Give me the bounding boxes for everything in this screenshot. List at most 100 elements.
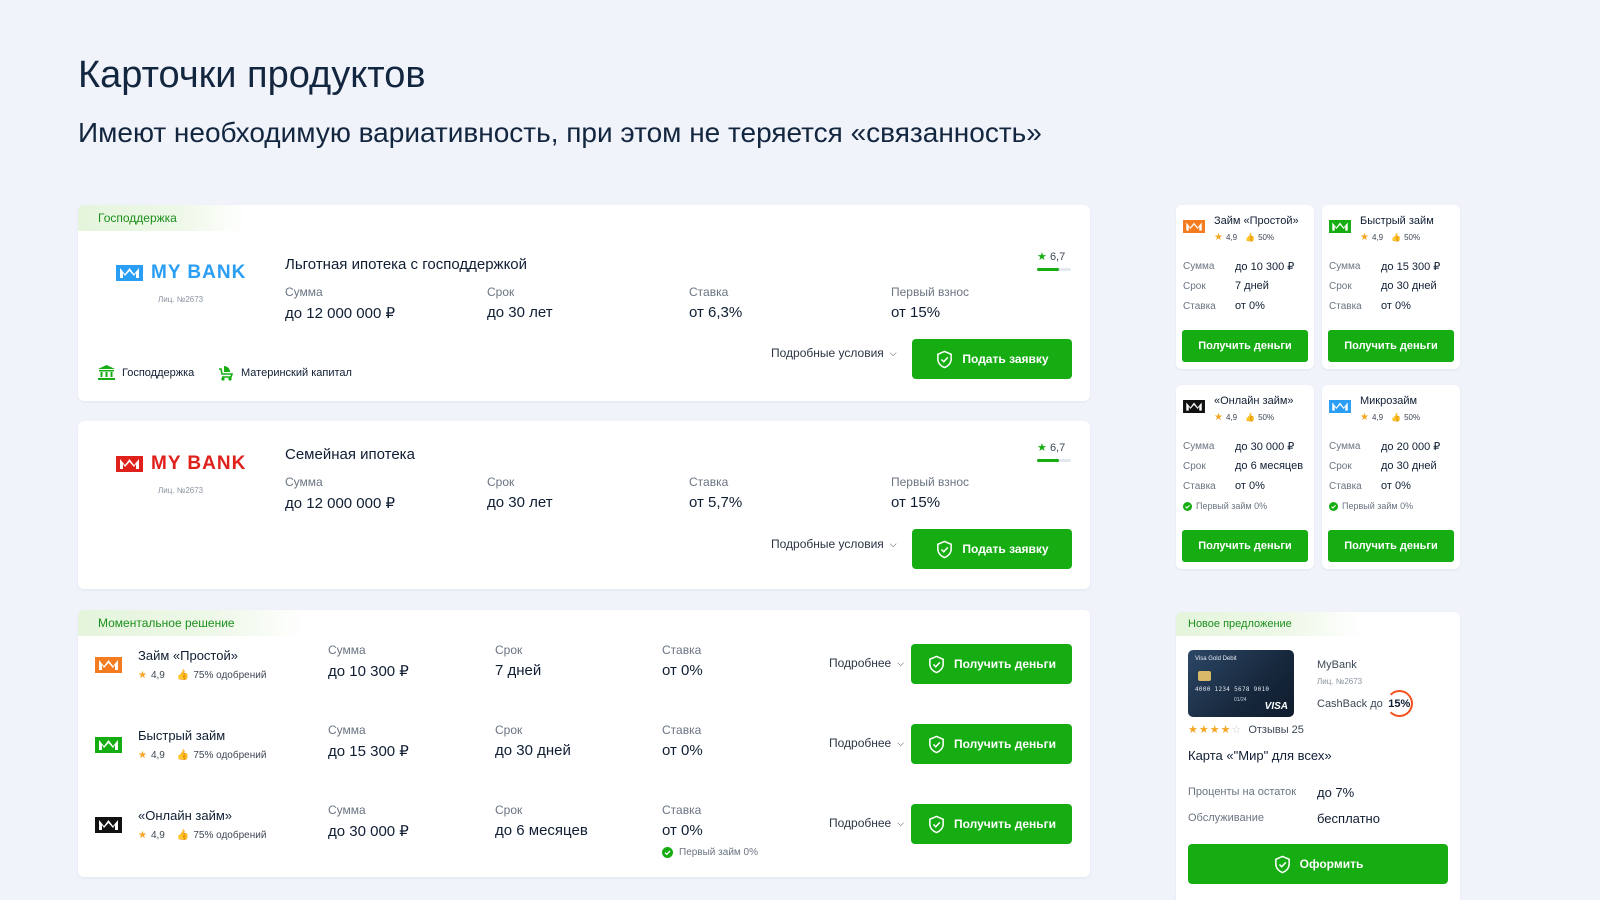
mini-row-label: Срок bbox=[1183, 461, 1206, 472]
interest-value: до 7% bbox=[1317, 785, 1355, 800]
rate-value: от 0% bbox=[662, 822, 703, 839]
get-money-button[interactable]: Получить деньги bbox=[1182, 530, 1308, 562]
thumbs-up-icon: 👍 bbox=[1245, 413, 1256, 422]
cashback-badge: 15% bbox=[1385, 690, 1413, 717]
thumbs-up-icon: 👍 bbox=[1245, 233, 1256, 242]
get-money-button[interactable]: Получить деньги bbox=[1182, 330, 1308, 362]
mini-row-value: от 0% bbox=[1381, 300, 1411, 312]
feature-label: Господдержка bbox=[122, 366, 195, 379]
shield-check-icon bbox=[929, 655, 944, 673]
rate-label: Ставка bbox=[662, 643, 702, 657]
mini-rating: 4,9 bbox=[1225, 233, 1238, 242]
apply-button[interactable]: Подать заявку bbox=[912, 339, 1072, 379]
term-label: Срок bbox=[495, 723, 523, 737]
card-number: 4000 1234 5678 9010 bbox=[1195, 686, 1270, 693]
details-toggle[interactable]: Подробнее ⌵ bbox=[829, 816, 904, 830]
mini-row-label: Ставка bbox=[1329, 301, 1362, 312]
bank-name: MY BANK bbox=[151, 453, 247, 474]
mini-row-value: от 0% bbox=[1381, 480, 1411, 492]
down-payment-value: от 15% bbox=[891, 304, 941, 321]
apply-button[interactable]: Подать заявку bbox=[912, 529, 1072, 569]
rating: ★ 6,7 bbox=[1037, 441, 1071, 462]
apply-button-label: Подать заявку bbox=[962, 352, 1049, 366]
term-label: Срок bbox=[487, 475, 515, 489]
sum-field: Сумма до 10 300 ₽ bbox=[328, 643, 409, 680]
apply-card-button[interactable]: Оформить bbox=[1188, 844, 1448, 884]
thumbs-up-icon: 👍 bbox=[176, 750, 190, 761]
loan-approval: 75% одобрений bbox=[193, 750, 267, 761]
rating-value: 6,7 bbox=[1049, 442, 1066, 454]
mini-rating: 4,9 bbox=[1225, 413, 1238, 422]
star-empty-icon: ☆ bbox=[1231, 724, 1243, 736]
interest-label: Проценты на остаток bbox=[1188, 786, 1297, 798]
rate-field: Ставка от 5,7% bbox=[689, 475, 742, 511]
mini-title: Быстрый займ bbox=[1360, 215, 1434, 227]
rate-label: Ставка bbox=[689, 475, 729, 489]
offer-license: Лиц. №2673 bbox=[1317, 677, 1363, 686]
mini-row-value: до 15 300 ₽ bbox=[1381, 261, 1441, 273]
card-chip bbox=[1198, 671, 1211, 681]
loan-title: Быстрый займ bbox=[138, 728, 226, 743]
visa-logo: VISA bbox=[1264, 701, 1288, 712]
get-money-button[interactable]: Получить деньги bbox=[911, 804, 1072, 844]
details-toggle[interactable]: Подробные условия ⌵ bbox=[771, 346, 897, 360]
term-field: Срок до 30 лет bbox=[487, 475, 553, 511]
apply-card-label: Оформить bbox=[1299, 857, 1364, 871]
mini-title: Займ «Простой» bbox=[1214, 215, 1299, 227]
loan-rating: 4,9 bbox=[150, 750, 165, 761]
term-value: до 6 месяцев bbox=[495, 822, 588, 839]
bank-name: MY BANK bbox=[151, 262, 247, 283]
details-label: Подробные условия bbox=[771, 346, 884, 360]
feature-label: Материнский капитал bbox=[241, 367, 352, 379]
rate-label: Ставка bbox=[662, 723, 702, 737]
loan-approval: 75% одобрений bbox=[193, 670, 267, 681]
mini-rating: 4,9 bbox=[1371, 233, 1384, 242]
mini-row-label: Срок bbox=[1329, 461, 1352, 472]
bank-card-image: Visa Gold Debit 4000 1234 5678 9010 01/2… bbox=[1188, 650, 1294, 717]
chevron-down-icon: ⌵ bbox=[889, 347, 897, 358]
card-brand: Visa Gold Debit bbox=[1195, 656, 1237, 662]
mini-approval: 50% bbox=[1258, 413, 1275, 422]
service-label: Обслуживание bbox=[1188, 812, 1264, 824]
shield-check-icon bbox=[937, 540, 953, 558]
term-field: Срок до 6 месяцев bbox=[495, 803, 588, 839]
rating: ★ 6,7 bbox=[1037, 250, 1071, 271]
get-money-button[interactable]: Получить деньги bbox=[1328, 530, 1454, 562]
term-label: Срок bbox=[487, 285, 515, 299]
get-money-button[interactable]: Получить деньги bbox=[1328, 330, 1454, 362]
stroller-icon bbox=[219, 366, 234, 381]
get-money-button[interactable]: Получить деньги bbox=[911, 724, 1072, 764]
product-title: Льготная ипотека с господдержкой bbox=[285, 256, 528, 273]
mini-rating: 4,9 bbox=[1371, 413, 1384, 422]
note-text: Первый займ 0% bbox=[1196, 501, 1268, 511]
offer-title: Карта «"Мир" для всех» bbox=[1188, 748, 1332, 763]
loan-logo-orange bbox=[1183, 220, 1205, 233]
loan-rating: 4,9 bbox=[150, 830, 165, 841]
star-icon: ★ bbox=[1214, 412, 1223, 423]
loan-logo-green bbox=[1329, 220, 1351, 233]
chevron-down-icon: ⌵ bbox=[897, 657, 905, 668]
details-toggle[interactable]: Подробнее ⌵ bbox=[829, 736, 904, 750]
mini-meta: ★ 4,9 👍 50% bbox=[1360, 412, 1420, 423]
mini-approval: 50% bbox=[1258, 233, 1275, 242]
mini-row-value: от 0% bbox=[1235, 480, 1265, 492]
term-value: до 30 дней bbox=[495, 742, 571, 759]
mini-row-value: до 30 дней bbox=[1381, 460, 1437, 472]
star-icon: ★ bbox=[138, 830, 147, 841]
details-toggle[interactable]: Подробные условия ⌵ bbox=[771, 537, 897, 551]
shield-check-icon bbox=[1274, 855, 1290, 873]
rate-field: Ставка от 0% bbox=[662, 643, 703, 679]
reviews-count[interactable]: Отзывы 25 bbox=[1248, 724, 1304, 736]
loan-approval: 75% одобрений bbox=[193, 830, 267, 841]
get-money-button[interactable]: Получить деньги bbox=[911, 644, 1072, 684]
sum-field: Сумма до 12 000 000 ₽ bbox=[285, 475, 395, 512]
sum-label: Сумма bbox=[328, 723, 366, 737]
mini-meta: ★ 4,9 👍 50% bbox=[1214, 232, 1274, 243]
details-label: Подробнее bbox=[829, 656, 892, 670]
mini-title: «Онлайн займ» bbox=[1214, 395, 1294, 407]
loan-logo-green bbox=[95, 737, 122, 753]
star-icon: ★ bbox=[1360, 232, 1369, 243]
details-toggle[interactable]: Подробнее ⌵ bbox=[829, 656, 904, 670]
reviews: ★★★★☆ Отзывы 25 bbox=[1188, 723, 1304, 737]
loan-logo-orange bbox=[95, 657, 122, 673]
